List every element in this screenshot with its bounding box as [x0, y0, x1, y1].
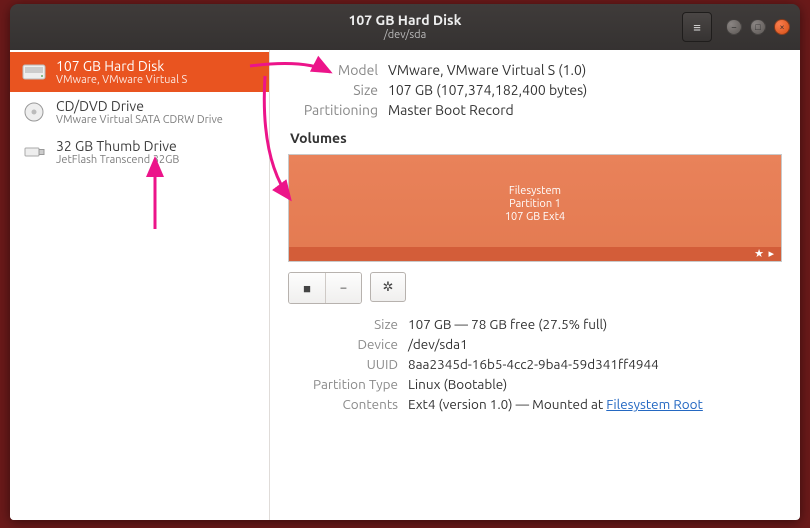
model-value: VMware, VMware Virtual S (1.0) [388, 62, 586, 78]
contents-prefix: Ext4 (version 1.0) — Mounted at [408, 396, 606, 412]
remove-button[interactable]: − [325, 273, 361, 303]
stop-button[interactable]: ■ [289, 273, 325, 303]
main-panel: Model VMware, VMware Virtual S (1.0) Siz… [270, 50, 800, 520]
stop-icon: ■ [303, 281, 311, 296]
volume-partition[interactable]: Filesystem Partition 1 107 GB Ext4 ★ ▸ [289, 155, 781, 261]
gear-icon: ✲ [383, 280, 394, 295]
partition-line1: Filesystem [289, 185, 781, 198]
sidebar-item-subtitle: VMware Virtual SATA CDRW Drive [56, 114, 223, 126]
menu-button[interactable]: ≡ [682, 12, 712, 42]
ptype-value: Linux (Bootable) [408, 376, 507, 392]
sidebar-item-title: CD/DVD Drive [56, 98, 223, 114]
model-label: Model [288, 62, 378, 78]
titlebar: 107 GB Hard Disk /dev/sda ≡ – □ × [10, 4, 800, 50]
sidebar-item-usb[interactable]: 32 GB Thumb Drive JetFlash Transcend 32G… [10, 132, 269, 172]
volume-toolbar: ■ − ✲ [288, 272, 782, 304]
partitioning-label: Partitioning [288, 102, 378, 118]
minus-icon: − [340, 281, 347, 295]
minimize-icon: – [727, 20, 741, 34]
sidebar-item-subtitle: VMware, VMware Virtual S [56, 74, 187, 86]
size-label: Size [288, 82, 378, 98]
device-sidebar: 107 GB Hard Disk VMware, VMware Virtual … [10, 50, 270, 520]
minimize-button[interactable]: – [726, 19, 742, 35]
partition-line2: Partition 1 [289, 198, 781, 211]
size-value: 107 GB (107,374,182,400 bytes) [388, 82, 587, 98]
filesystem-root-link[interactable]: Filesystem Root [606, 396, 703, 412]
maximize-icon: □ [751, 20, 765, 34]
puuid-label: UUID [288, 356, 398, 372]
sidebar-item-optical[interactable]: CD/DVD Drive VMware Virtual SATA CDRW Dr… [10, 92, 269, 132]
partition-line3: 107 GB Ext4 [289, 211, 781, 224]
puuid-value: 8aa2345d-16b5-4cc2-9ba4-59d341ff4944 [408, 356, 659, 372]
psize-value: 107 GB — 78 GB free (27.5% full) [408, 316, 607, 332]
hamburger-icon: ≡ [693, 20, 701, 35]
sidebar-item-title: 32 GB Thumb Drive [56, 138, 179, 154]
ptype-label: Partition Type [288, 376, 398, 392]
pdevice-label: Device [288, 336, 398, 352]
pcontents-value: Ext4 (version 1.0) — Mounted at Filesyst… [408, 396, 703, 412]
disk-icon [20, 61, 48, 83]
pcontents-label: Contents [288, 396, 398, 412]
partition-flags-icon: ★ ▸ [754, 247, 775, 260]
partitioning-value: Master Boot Record [388, 102, 514, 118]
close-icon: × [775, 20, 789, 34]
sidebar-item-disk[interactable]: 107 GB Hard Disk VMware, VMware Virtual … [10, 52, 269, 92]
usb-icon [20, 141, 48, 163]
sidebar-item-title: 107 GB Hard Disk [56, 58, 187, 74]
close-button[interactable]: × [774, 19, 790, 35]
maximize-button[interactable]: □ [750, 19, 766, 35]
pdevice-value: /dev/sda1 [408, 336, 468, 352]
volume-map[interactable]: Filesystem Partition 1 107 GB Ext4 ★ ▸ [288, 154, 782, 262]
volumes-header: Volumes [290, 130, 782, 146]
sidebar-item-subtitle: JetFlash Transcend 32GB [56, 154, 179, 166]
optical-icon [20, 101, 48, 123]
psize-label: Size [288, 316, 398, 332]
options-button[interactable]: ✲ [370, 272, 406, 302]
